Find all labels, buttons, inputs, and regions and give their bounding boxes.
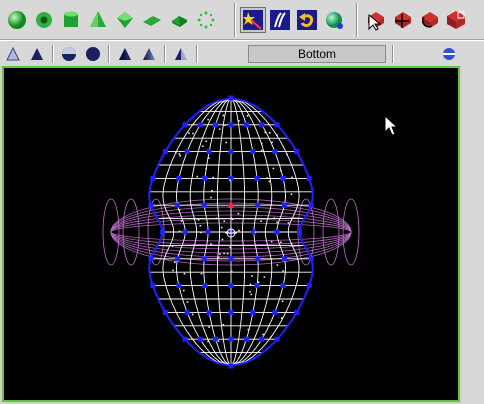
plane-icon[interactable] [139,7,165,33]
box-icon[interactable] [112,7,138,33]
toolbar-separator [356,3,358,37]
solid-sphere-icon[interactable] [84,45,102,63]
wireframe-icon[interactable] [4,45,22,63]
move-icon[interactable] [389,7,415,33]
ball-icon[interactable] [321,7,347,33]
torus-icon[interactable] [31,7,57,33]
primitive-group [4,4,220,36]
cone-icon[interactable] [85,7,111,33]
view-separator [392,45,394,63]
view-separator [196,45,198,63]
toolbar-separator [234,3,236,37]
rotate-icon[interactable] [416,7,442,33]
cylinder-icon[interactable] [58,7,84,33]
points-icon[interactable] [193,7,219,33]
sphere-icon[interactable] [4,7,30,33]
view-toggle-icon[interactable] [440,45,458,63]
undo-arrow-icon[interactable] [294,7,320,33]
magic-wand-icon[interactable] [240,7,266,33]
shaded-cone-icon[interactable] [116,45,134,63]
action-group [240,4,348,36]
main-toolbar [0,0,484,40]
view-separator [108,45,110,63]
scale-icon[interactable] [443,7,469,33]
side-panel [462,66,484,404]
view-separator [52,45,54,63]
transparent-cone-icon[interactable] [172,45,190,63]
viewport-3d[interactable] [4,68,458,400]
select-cursor-icon[interactable] [362,7,388,33]
select-group [362,4,470,36]
disc-icon[interactable] [166,7,192,33]
half-sphere-icon[interactable] [60,45,78,63]
view-toolbar: Bottom [0,40,484,66]
smooth-cone-icon[interactable] [140,45,158,63]
spline-icon[interactable] [267,7,293,33]
flat-icon[interactable] [28,45,46,63]
wireframe-scene [4,68,458,400]
view-separator [164,45,166,63]
view-name-label[interactable]: Bottom [248,45,386,63]
